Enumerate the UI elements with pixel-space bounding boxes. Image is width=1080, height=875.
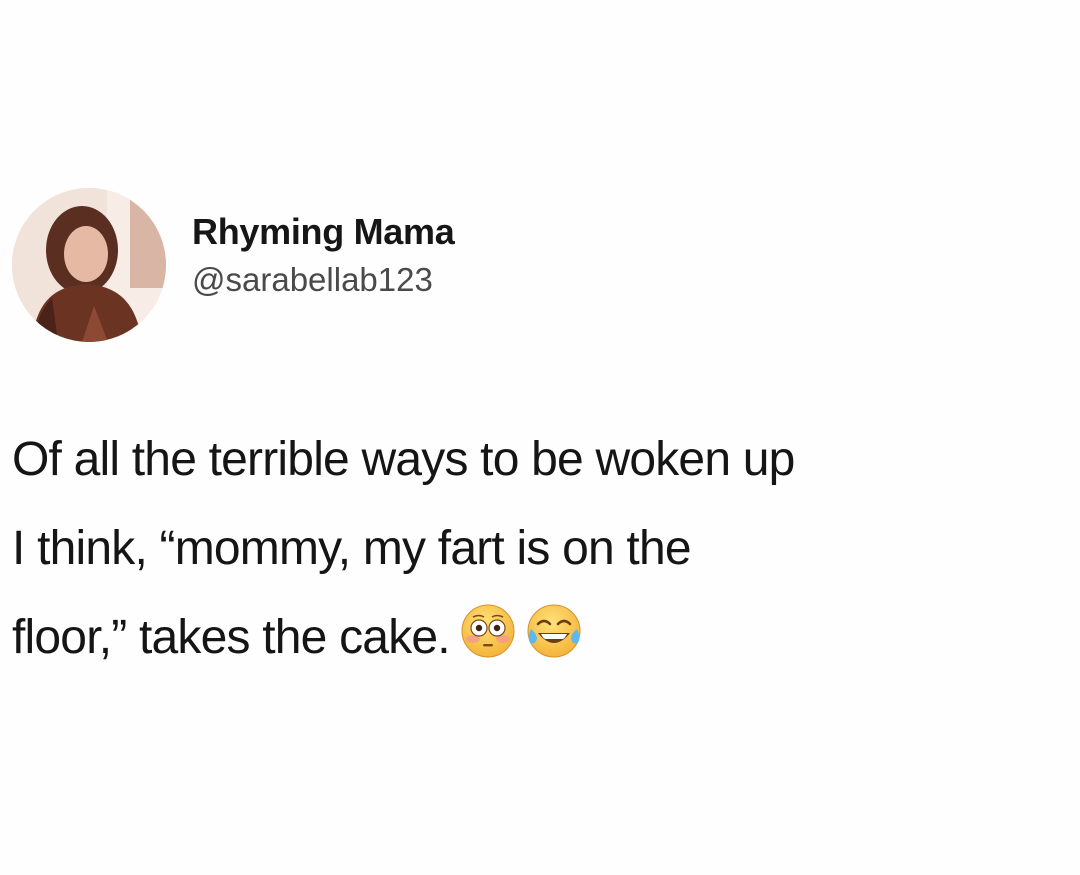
author-identity: Rhyming Mama @sarabellab123 [192,210,455,302]
tweet-text-last-line: floor,” takes the cake. [12,593,1062,682]
tweet-header: Rhyming Mama @sarabellab123 [12,188,455,342]
tweet-text-line: floor,” takes the cake. [12,611,451,664]
tweet-text-line: I think, “mommy, my fart is on the [12,522,692,575]
tweet-text: Of all the terrible ways to be woken up … [12,415,1062,682]
avatar[interactable] [12,188,166,342]
flushed-face-emoji-icon [460,603,516,659]
tweet-text-line: Of all the terrible ways to be woken up [12,433,795,486]
profile-photo-icon [12,188,166,342]
tweet-screenshot: Rhyming Mama @sarabellab123 Of all the t… [0,0,1080,875]
author-display-name[interactable]: Rhyming Mama [192,210,455,254]
tears-of-joy-emoji-icon [526,603,582,659]
author-handle[interactable]: @sarabellab123 [192,258,454,302]
